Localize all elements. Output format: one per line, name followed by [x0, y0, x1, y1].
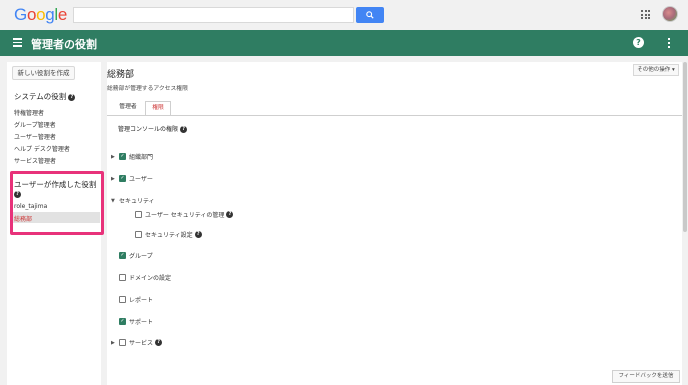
logo-letter-e: e	[57, 5, 68, 24]
perm-row-domain-settings[interactable]: ドメインの設定	[119, 273, 171, 282]
role-detail-panel: その他の操作 ▾ 総務部 総務部が管理するアクセス権限 管理者 権限 管理コンソ…	[107, 62, 682, 385]
help-icon[interactable]: ?	[155, 339, 163, 346]
role-title: 総務部	[107, 70, 135, 80]
google-logo[interactable]: Google	[14, 5, 67, 25]
perm-label: 組織部門	[129, 154, 154, 161]
help-icon[interactable]: ?	[226, 211, 234, 218]
checkbox[interactable]	[119, 339, 126, 346]
perm-row-security[interactable]: ▼ セキュリティ	[111, 196, 155, 206]
perm-row-services[interactable]: ▶ サービス?	[111, 338, 163, 347]
other-actions-label: その他の操作	[637, 67, 671, 73]
perm-label: ドメインの設定	[129, 275, 172, 282]
expand-arrow-icon[interactable]: ▶	[111, 176, 119, 182]
highlight-box	[10, 171, 104, 235]
page-title: 管理者の役割	[31, 38, 97, 51]
tab-admins[interactable]: 管理者	[113, 101, 143, 115]
perm-row-org-units[interactable]: ▶ ✓ 組織部門	[111, 152, 153, 161]
other-actions-button[interactable]: その他の操作 ▾	[633, 64, 679, 76]
checkbox[interactable]	[135, 211, 142, 218]
create-role-button[interactable]: 新しい役割を作成	[12, 66, 75, 80]
search-input[interactable]	[73, 7, 354, 23]
checkbox[interactable]	[119, 296, 126, 303]
search-button[interactable]	[356, 7, 384, 23]
logo-letter-g: G	[14, 5, 27, 24]
collapse-arrow-icon[interactable]: ▼	[111, 198, 119, 204]
expand-arrow-icon[interactable]: ▶	[111, 154, 119, 160]
sidebar-item-helpdesk-admin[interactable]: ヘルプ デスク管理者	[14, 144, 70, 153]
help-icon[interactable]: ?	[180, 126, 188, 133]
logo-letter-o1: o	[26, 5, 37, 24]
perm-label: レポート	[129, 297, 154, 304]
checkbox[interactable]	[119, 274, 126, 281]
avatar[interactable]	[662, 6, 678, 22]
tab-permissions[interactable]: 権限	[145, 101, 171, 115]
role-subtitle: 総務部が管理するアクセス権限	[107, 86, 188, 92]
hamburger-menu-icon[interactable]	[13, 38, 22, 47]
sidebar-item-user-admin[interactable]: ユーザー管理者	[14, 132, 56, 141]
scrollbar[interactable]	[683, 62, 687, 232]
perm-row-support[interactable]: ✓ サポート	[119, 317, 153, 326]
help-icon[interactable]: ?	[68, 94, 76, 101]
checkbox[interactable]: ✓	[119, 175, 126, 182]
checkbox[interactable]: ✓	[119, 252, 126, 259]
help-icon[interactable]: ?	[633, 37, 644, 48]
perm-label: ユーザー セキュリティの管理	[145, 212, 225, 219]
perm-label: セキュリティ設定	[145, 232, 193, 239]
system-roles-heading: システムの役割?	[14, 91, 76, 102]
send-feedback-button[interactable]: フィードバックを送信	[612, 370, 680, 383]
app-bar: 管理者の役割 ?	[0, 30, 688, 56]
more-options-icon[interactable]	[668, 38, 671, 48]
perm-label: ユーザー	[129, 176, 153, 183]
apps-grid-icon[interactable]	[641, 10, 650, 19]
expand-arrow-icon[interactable]: ▶	[111, 340, 119, 346]
logo-letter-o2: o	[36, 5, 46, 24]
perm-row-groups[interactable]: ✓ グループ	[119, 251, 153, 260]
perm-label: セキュリティ	[119, 198, 155, 205]
perm-row-user-security[interactable]: ユーザー セキュリティの管理?	[135, 210, 234, 219]
perm-label: グループ	[129, 253, 153, 260]
console-permissions-label: 管理コンソールの権限	[118, 126, 179, 133]
system-roles-heading-label: システムの役割	[14, 92, 67, 101]
top-bar: Google	[0, 0, 688, 30]
sidebar-item-group-admin[interactable]: グループ管理者	[14, 120, 56, 129]
search-icon	[366, 11, 374, 19]
perm-label: サービス	[129, 340, 154, 347]
perm-label: サポート	[129, 319, 154, 326]
tab-divider	[107, 115, 682, 116]
sidebar-item-service-admin[interactable]: サービス管理者	[14, 156, 56, 165]
checkbox[interactable]: ✓	[119, 318, 126, 325]
checkbox[interactable]: ✓	[119, 153, 126, 160]
perm-row-security-settings[interactable]: セキュリティ設定?	[135, 230, 202, 239]
checkbox[interactable]	[135, 231, 142, 238]
perm-row-reports[interactable]: レポート	[119, 295, 153, 304]
perm-row-users[interactable]: ▶ ✓ ユーザー	[111, 174, 153, 183]
sidebar-item-super-admin[interactable]: 特権管理者	[14, 108, 44, 117]
help-icon[interactable]: ?	[194, 231, 202, 238]
console-permissions-heading: 管理コンソールの権限?	[118, 124, 188, 133]
